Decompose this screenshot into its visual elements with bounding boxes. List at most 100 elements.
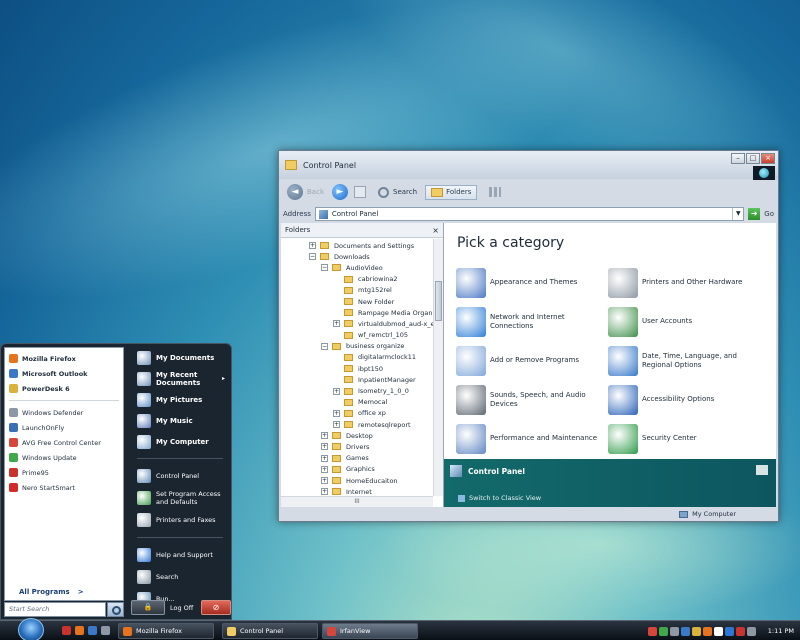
collapse-icon[interactable] (756, 465, 768, 475)
start-menu-place[interactable]: Help and Support (129, 544, 231, 566)
start-menu-place[interactable]: Printers and Faxes (129, 509, 231, 531)
expand-icon[interactable]: + (321, 465, 328, 473)
tray-icon[interactable] (669, 626, 679, 636)
search-icon[interactable] (107, 602, 124, 617)
collapse-icon[interactable]: − (321, 342, 328, 350)
start-button[interactable] (18, 618, 44, 640)
forward-button[interactable]: ► (332, 184, 348, 200)
views-icon[interactable] (489, 187, 502, 197)
quick-launch-icon[interactable] (62, 626, 71, 635)
category-link[interactable]: Network and Internet Connections (456, 302, 608, 341)
tree-item[interactable]: + Documents and Settings (281, 240, 433, 251)
tree-item[interactable]: − AudioVideo (281, 262, 433, 273)
log-off-button[interactable]: Log Off (170, 604, 196, 612)
start-menu-program[interactable]: Prime95 (5, 465, 123, 480)
tree-item[interactable]: + Desktop (281, 430, 433, 441)
category-link[interactable]: User Accounts (608, 302, 760, 341)
tree-item[interactable]: + HomeEducaiton (281, 475, 433, 486)
up-folder-icon[interactable] (354, 186, 366, 198)
start-menu-place[interactable]: Control Panel (129, 465, 231, 487)
tree-item[interactable]: + Drivers (281, 441, 433, 452)
chevron-down-icon[interactable]: ▼ (732, 208, 743, 220)
category-link[interactable]: Appearance and Themes (456, 263, 608, 302)
collapse-icon[interactable]: − (309, 253, 316, 261)
start-menu-place[interactable]: My Documents (129, 347, 231, 368)
tree-item[interactable]: mtg152rel (281, 285, 433, 296)
close-button[interactable]: × (761, 153, 775, 164)
tree-item[interactable]: + remotesqlreport (281, 419, 433, 430)
tray-icon[interactable] (746, 626, 756, 636)
search-button[interactable]: Search (393, 188, 417, 196)
tree-item[interactable]: − Downloads (281, 251, 433, 262)
collapse-icon[interactable]: − (321, 264, 328, 272)
all-programs-button[interactable]: All Programs > (19, 588, 84, 596)
shutdown-button[interactable]: ⊘ (201, 600, 231, 615)
scrollbar-thumb[interactable] (435, 281, 442, 321)
expand-icon[interactable]: + (333, 421, 340, 429)
start-menu-place[interactable]: My Recent Documents ▸ (129, 368, 231, 389)
lock-button[interactable]: 🔒 (131, 600, 165, 615)
expand-icon[interactable]: + (333, 387, 340, 395)
quick-launch-icon[interactable] (101, 626, 110, 635)
window-titlebar[interactable]: Control Panel – □ × (279, 151, 778, 180)
start-menu-program[interactable]: PowerDesk 6 (5, 381, 123, 396)
tree-item[interactable]: ibpt150 (281, 363, 433, 374)
start-menu-program[interactable]: Windows Update (5, 450, 123, 465)
tray-icon[interactable] (680, 626, 690, 636)
tray-icon[interactable] (702, 626, 712, 636)
expand-icon[interactable]: + (321, 443, 328, 451)
category-link[interactable]: Date, Time, Language, and Regional Optio… (608, 341, 760, 380)
folders-button[interactable]: Folders (425, 184, 478, 200)
tray-icon[interactable] (647, 626, 657, 636)
start-menu-program[interactable]: Nero StartSmart (5, 480, 123, 495)
expand-icon[interactable]: + (321, 432, 328, 440)
tree-item[interactable]: + Internet (281, 486, 433, 496)
tree-item[interactable]: + virtualdubmod_aud-x_ena (281, 318, 433, 329)
start-menu-program[interactable]: Mozilla Firefox (5, 351, 123, 366)
expand-icon[interactable]: + (333, 320, 340, 328)
tree-item[interactable]: digitalarmclock11 (281, 352, 433, 363)
category-link[interactable]: Printers and Other Hardware (608, 263, 760, 302)
back-button[interactable]: ◄ (287, 184, 303, 200)
tray-icon[interactable] (658, 626, 668, 636)
start-menu-program[interactable]: Windows Defender (5, 405, 123, 420)
quick-launch-icon[interactable] (88, 626, 97, 635)
start-menu-place[interactable]: My Computer (129, 431, 231, 452)
minimize-button[interactable]: – (731, 153, 745, 164)
start-menu-place[interactable]: Search (129, 566, 231, 588)
tray-icon[interactable] (691, 626, 701, 636)
start-menu-program[interactable]: Microsoft Outlook (5, 366, 123, 381)
start-menu-place[interactable]: My Pictures (129, 389, 231, 410)
tree-item[interactable]: + Isometry_1_0_0 (281, 385, 433, 396)
quick-launch-icon[interactable] (75, 626, 84, 635)
clock[interactable]: 1:11 PM (768, 627, 794, 635)
tree-item[interactable]: InpatientManager (281, 374, 433, 385)
horizontal-scrollbar[interactable]: III (281, 496, 433, 507)
tray-icon[interactable] (713, 626, 723, 636)
expand-icon[interactable]: + (333, 409, 340, 417)
tree-item[interactable]: + office xp (281, 408, 433, 419)
vertical-scrollbar[interactable] (433, 239, 443, 496)
start-search-input[interactable]: Start Search (4, 602, 106, 617)
tree-item[interactable]: + Graphics (281, 464, 433, 475)
tree-item[interactable]: Rampage Media Organize (281, 307, 433, 318)
tree-item[interactable]: − business organize (281, 341, 433, 352)
tree-item[interactable]: wf_remctrl_105 (281, 330, 433, 341)
expand-icon[interactable]: + (309, 242, 316, 250)
tree-item[interactable]: Memocal (281, 397, 433, 408)
taskbar-button[interactable]: IrfanView (322, 623, 418, 639)
tree-item[interactable]: New Folder (281, 296, 433, 307)
address-input[interactable]: Control Panel ▼ (314, 207, 745, 221)
tray-icon[interactable] (735, 626, 745, 636)
taskbar-button[interactable]: Mozilla Firefox (118, 623, 214, 639)
taskbar-button[interactable]: Control Panel (222, 623, 318, 639)
tree-item[interactable]: + Games (281, 453, 433, 464)
go-arrow-icon[interactable]: ➜ (748, 208, 761, 220)
category-link[interactable]: Sounds, Speech, and Audio Devices (456, 380, 608, 419)
expand-icon[interactable]: + (321, 454, 328, 462)
start-menu-program[interactable]: AVG Free Control Center (5, 435, 123, 450)
go-button[interactable]: Go (764, 210, 774, 218)
category-link[interactable]: Security Center (608, 419, 760, 458)
tree-item[interactable]: cabriowina2 (281, 274, 433, 285)
expand-icon[interactable]: + (321, 488, 328, 496)
